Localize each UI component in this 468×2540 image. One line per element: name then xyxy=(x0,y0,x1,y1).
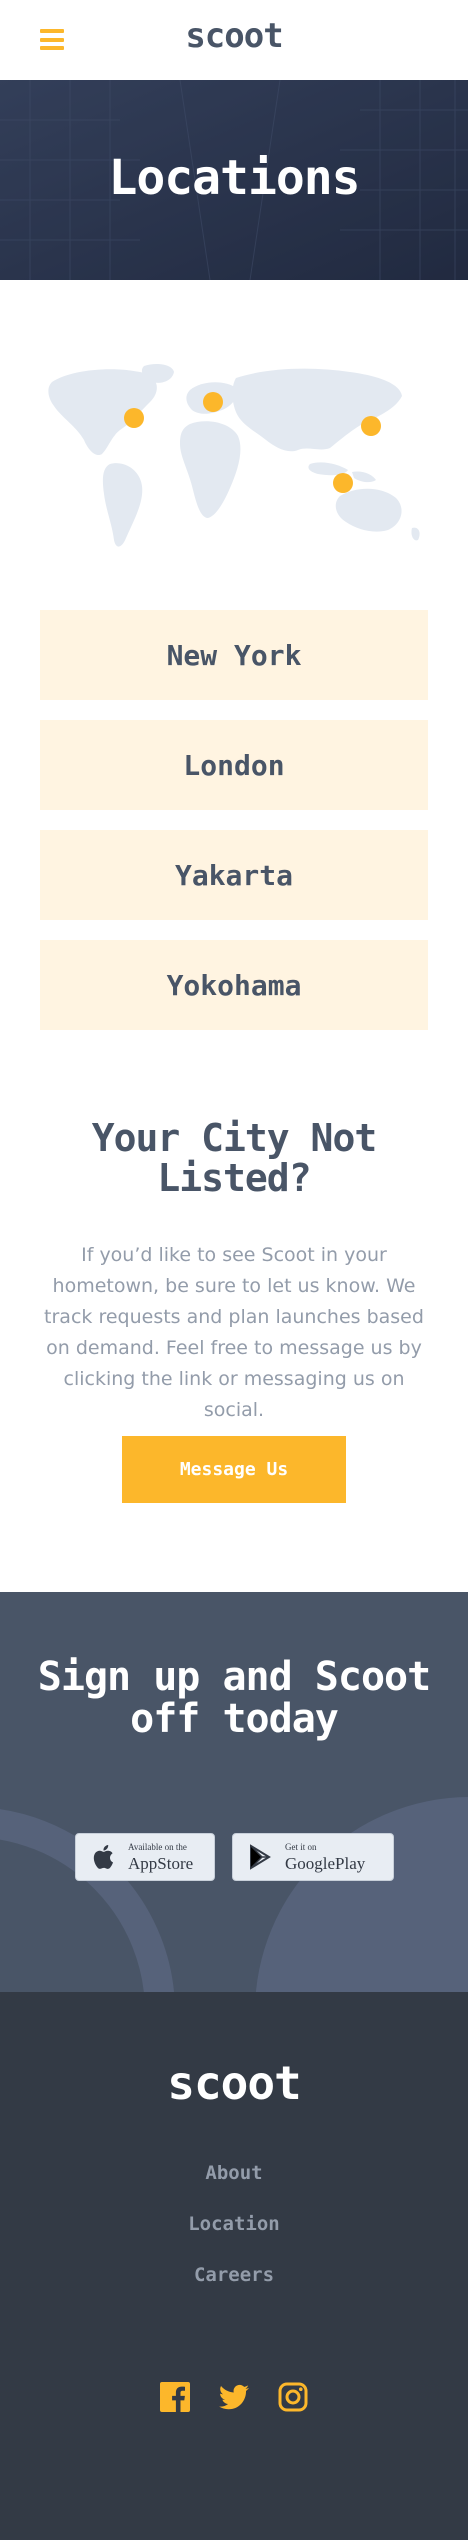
footer-logo[interactable]: scoot xyxy=(0,2056,468,2110)
twitter-icon[interactable] xyxy=(219,2382,249,2412)
signup-section: Sign up and Scoot off today Available on… xyxy=(0,1592,468,1992)
page-title: Locations xyxy=(108,150,360,206)
social-links xyxy=(0,2382,468,2412)
signup-title-line1: Sign up and Scoot xyxy=(37,1654,431,1700)
city-title-line2: Listed? xyxy=(157,1156,311,1200)
footer-nav: About Location Careers xyxy=(0,2162,468,2315)
location-yakarta[interactable]: Yakarta xyxy=(40,830,428,920)
locations-list: New York London Yakarta Yokohama xyxy=(40,610,428,1050)
signup-title-line2: off today xyxy=(130,1696,339,1742)
map-pin-yakarta xyxy=(333,473,353,493)
google-play-small-label: Get it on xyxy=(285,1841,317,1852)
google-play-button[interactable]: Get it on GooglePlay xyxy=(232,1833,394,1881)
location-new-york[interactable]: New York xyxy=(40,610,428,700)
header-logo[interactable]: scoot xyxy=(0,16,468,56)
footer-link-location[interactable]: Location xyxy=(0,2213,468,2264)
message-us-button[interactable]: Message Us xyxy=(122,1436,346,1503)
google-play-label: GooglePlay xyxy=(285,1853,366,1873)
hero-banner: Locations xyxy=(0,80,468,280)
facebook-icon[interactable] xyxy=(160,2382,190,2412)
signup-title: Sign up and Scoot off today xyxy=(0,1656,468,1740)
footer-link-about[interactable]: About xyxy=(0,2162,468,2213)
signup-decorative-circles xyxy=(0,1797,468,1992)
map-pin-new-york xyxy=(124,408,144,428)
instagram-icon[interactable] xyxy=(278,2382,308,2412)
app-store-button[interactable]: Available on the AppStore xyxy=(75,1833,215,1881)
site-footer: scoot About Location Careers xyxy=(0,1992,468,2540)
city-title-line1: Your City Not xyxy=(91,1116,377,1160)
map-pin-yokohama xyxy=(361,416,381,436)
city-not-listed-title: Your City Not Listed? xyxy=(40,1118,428,1198)
location-yokohama[interactable]: Yokohama xyxy=(40,940,428,1030)
footer-link-careers[interactable]: Careers xyxy=(0,2264,468,2315)
app-store-label: AppStore xyxy=(128,1853,194,1873)
app-store-small-label: Available on the xyxy=(128,1841,187,1852)
google-play-icon xyxy=(245,1842,275,1872)
map-pin-london xyxy=(203,392,223,412)
world-map xyxy=(48,364,420,547)
city-not-listed-description: If you’d like to see Scoot in your homet… xyxy=(44,1244,424,1421)
apple-icon xyxy=(88,1842,118,1872)
location-london[interactable]: London xyxy=(40,720,428,810)
site-header: scoot xyxy=(0,0,468,80)
